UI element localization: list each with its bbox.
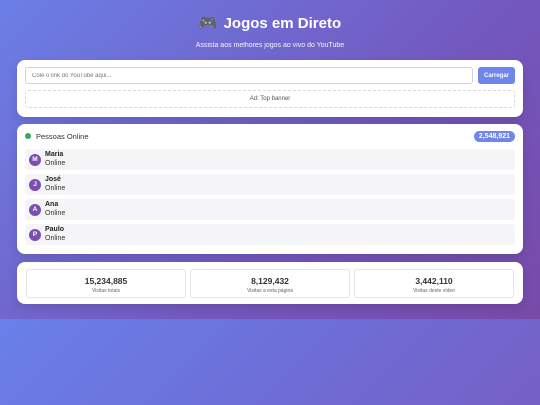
online-people-card: Pessoas Online 2,548,921 M Maria Online … [17, 124, 523, 254]
user-status: Online [45, 234, 66, 242]
video-loader-card: Carregar Ad: Top banner [17, 60, 523, 117]
stat-total-visits: 15,234,885 Visitas totais [26, 269, 186, 298]
page-subtitle: Assista aos melhores jogos ao vivo do Yo… [195, 42, 345, 49]
page-title-text: Jogos em Direto [223, 14, 342, 32]
stat-value: 8,129,432 [251, 276, 289, 286]
user-name: Ana [45, 201, 59, 208]
online-header: Pessoas Online 2,548,921 [25, 130, 515, 142]
user-status: Online [45, 209, 66, 217]
avatar: A [29, 203, 41, 216]
user-name: Paulo [45, 226, 65, 233]
user-name: José [45, 176, 61, 183]
list-item: M Maria Online [25, 149, 515, 170]
page-title: 🎮 Jogos em Direto [198, 14, 342, 33]
stat-label: Visitas deste vídeo [413, 288, 455, 294]
stat-label: Visitas a esta página [246, 288, 294, 294]
stat-page-visits: 8,129,432 Visitas a esta página [190, 269, 350, 298]
youtube-url-input[interactable] [25, 67, 473, 84]
header: 🎮 Jogos em Direto Assista aos melhores j… [0, 14, 540, 50]
page-background-lower [0, 319, 540, 405]
online-status-dot [25, 133, 31, 139]
avatar: M [29, 153, 41, 166]
stat-label: Visitas totais [92, 288, 120, 294]
online-count-badge: 2,548,921 [473, 130, 515, 142]
stat-value: 15,234,885 [84, 276, 128, 286]
load-button[interactable]: Carregar [478, 67, 515, 84]
stat-value: 3,442,110 [415, 276, 453, 286]
visit-stats-card: 15,234,885 Visitas totais 8,129,432 Visi… [17, 262, 523, 304]
avatar: J [29, 178, 41, 191]
stat-video-visits: 3,442,110 Visitas deste vídeo [354, 269, 514, 298]
user-name: Maria [45, 151, 64, 158]
user-status: Online [45, 159, 66, 167]
avatar: P [29, 228, 41, 241]
gamepad-icon: 🎮 [198, 15, 218, 32]
list-item: P Paulo Online [25, 224, 515, 245]
list-item: A Ana Online [25, 199, 515, 220]
ad-banner: Ad: Top banner [25, 90, 515, 108]
list-item: J José Online [25, 174, 515, 195]
online-label: Pessoas Online [36, 131, 89, 141]
user-status: Online [45, 184, 66, 192]
